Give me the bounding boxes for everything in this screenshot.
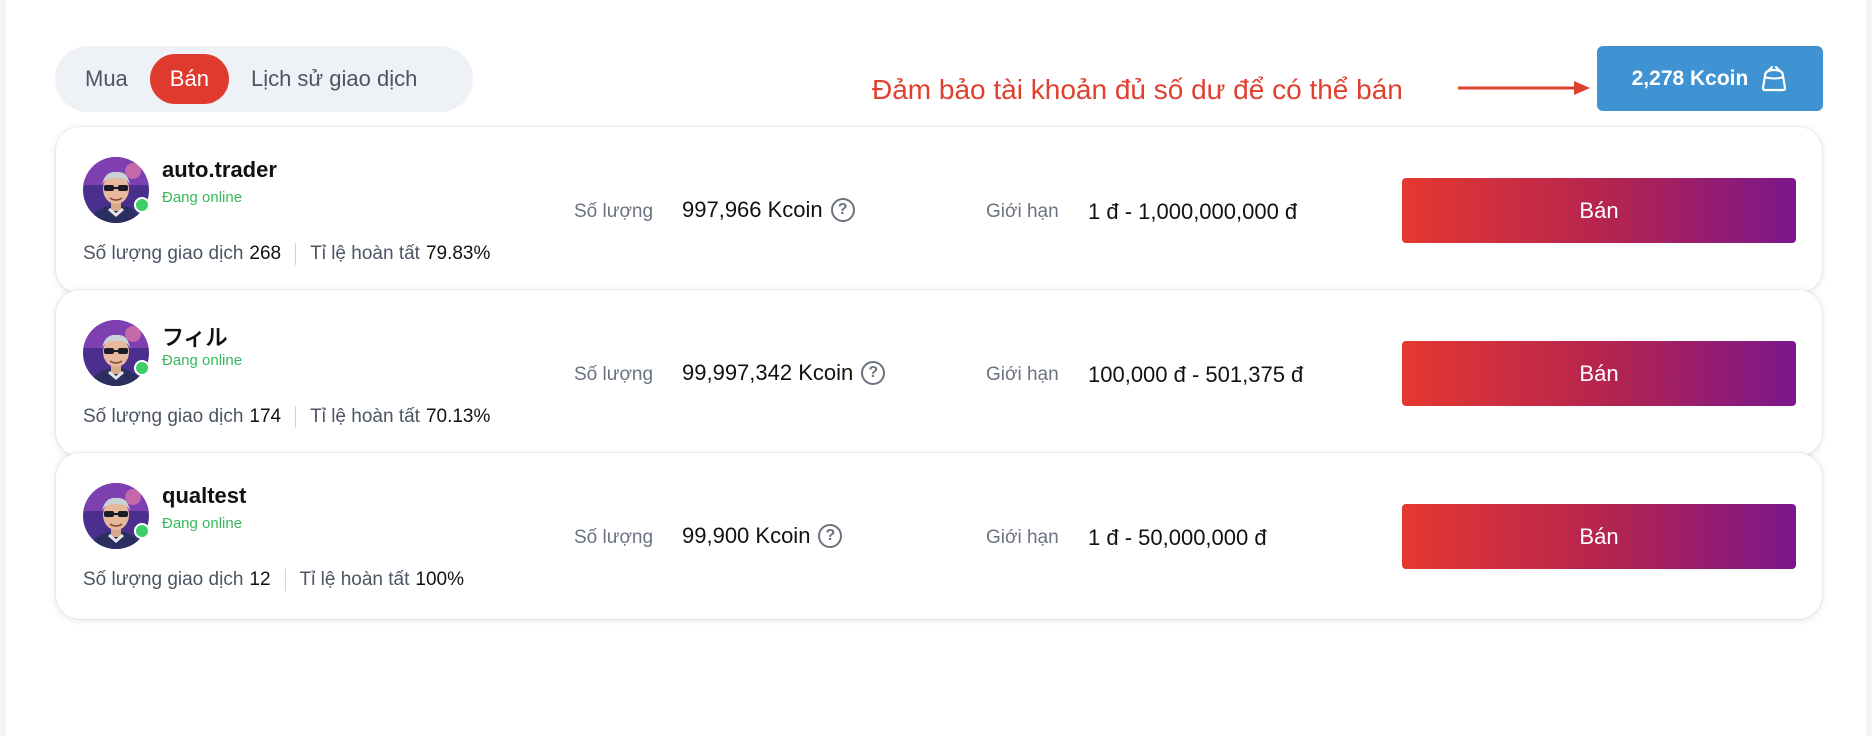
avatar[interactable] (83, 320, 149, 386)
completion-rate-label: Tỉ lệ hoàn tất (310, 406, 420, 427)
quantity-amount: 99,997,342 Kcoin (682, 360, 854, 385)
balance-label: 2,278 Kcoin (1631, 66, 1749, 90)
arrow-right-icon (1458, 81, 1590, 95)
seller-stats: Số lượng giao dịch 174 Tỉ lệ hoàn tất 70… (83, 406, 490, 428)
seller-online-status: Đang online (162, 515, 243, 532)
online-status-dot (134, 523, 150, 539)
completion-rate-value: 79.83% (425, 243, 491, 264)
seller-online-status: Đang online (162, 352, 243, 369)
seller-card: auto.trader Đang online Số lượng giao dị… (56, 127, 1822, 293)
trade-count-label: Số lượng giao dịch (83, 569, 244, 590)
avatar-image (83, 157, 149, 223)
seller-username[interactable]: auto.trader (162, 157, 277, 183)
help-icon[interactable]: ? (861, 361, 886, 385)
seller-stats: Số lượng giao dịch 268 Tỉ lệ hoàn tất 79… (83, 243, 490, 265)
seller-online-status: Đang online (162, 189, 243, 206)
trade-count-value: 12 (249, 569, 271, 590)
completion-rate-value: 70.13% (425, 406, 491, 427)
completion-rate-label: Tỉ lệ hoàn tất (310, 243, 420, 264)
limit-label: Giới hạn (986, 527, 1059, 548)
sell-button[interactable]: Bán (1402, 504, 1796, 569)
seller-card: qualtest Đang online Số lượng giao dịch … (56, 453, 1822, 619)
quantity-label: Số lượng (574, 364, 654, 385)
trade-count-label: Số lượng giao dịch (83, 406, 244, 427)
avatar[interactable] (83, 157, 149, 223)
tab-buy[interactable]: Mua (63, 54, 150, 104)
limit-value: 1 đ - 1,000,000,000 đ (1088, 199, 1298, 224)
quantity-value: 997,966 Kcoin ? (682, 197, 855, 223)
stats-divider (295, 406, 297, 428)
help-icon[interactable]: ? (818, 524, 843, 548)
trade-count-value: 174 (249, 406, 282, 427)
sell-button[interactable]: Bán (1402, 178, 1796, 243)
avatar-image (83, 483, 149, 549)
limit-label: Giới hạn (986, 364, 1059, 385)
trade-count-label: Số lượng giao dịch (83, 243, 244, 264)
help-icon[interactable]: ? (830, 198, 855, 222)
tab-history[interactable]: Lịch sử giao dịch (229, 54, 439, 104)
quantity-amount: 99,900 Kcoin (682, 523, 811, 548)
sell-button[interactable]: Bán (1402, 341, 1796, 406)
trade-count-value: 268 (249, 243, 282, 264)
balance-button[interactable]: 2,278 Kcoin (1597, 46, 1823, 111)
limit-value: 100,000 đ - 501,375 đ (1088, 362, 1304, 387)
completion-rate-value: 100% (415, 569, 464, 590)
page-panel: Mua Bán Lịch sử giao dịch Đảm bảo tài kh… (6, 0, 1866, 736)
wallet-bag-icon (1762, 65, 1787, 91)
online-status-dot (134, 360, 150, 376)
seller-stats: Số lượng giao dịch 12 Tỉ lệ hoàn tất 100… (83, 569, 464, 591)
seller-card: フィル Đang online Số lượng giao dịch 174 T… (56, 290, 1822, 456)
stats-divider (284, 569, 286, 591)
quantity-value: 99,997,342 Kcoin ? (682, 360, 886, 386)
avatar[interactable] (83, 483, 149, 549)
limit-label: Giới hạn (986, 201, 1059, 222)
quantity-amount: 997,966 Kcoin (682, 197, 823, 222)
trade-tabs: Mua Bán Lịch sử giao dịch (55, 46, 473, 112)
quantity-value: 99,900 Kcoin ? (682, 523, 843, 549)
avatar-image (83, 320, 149, 386)
quantity-label: Số lượng (574, 527, 654, 548)
online-status-dot (134, 197, 150, 213)
balance-notice: Đảm bảo tài khoản đủ số dư để có thể bán (872, 74, 1403, 105)
quantity-label: Số lượng (574, 201, 654, 222)
limit-value: 1 đ - 50,000,000 đ (1088, 525, 1267, 550)
seller-username[interactable]: フィル (162, 320, 228, 352)
completion-rate-label: Tỉ lệ hoàn tất (299, 569, 410, 590)
seller-username[interactable]: qualtest (162, 483, 246, 509)
tab-sell[interactable]: Bán (149, 54, 229, 104)
stats-divider (295, 243, 297, 265)
